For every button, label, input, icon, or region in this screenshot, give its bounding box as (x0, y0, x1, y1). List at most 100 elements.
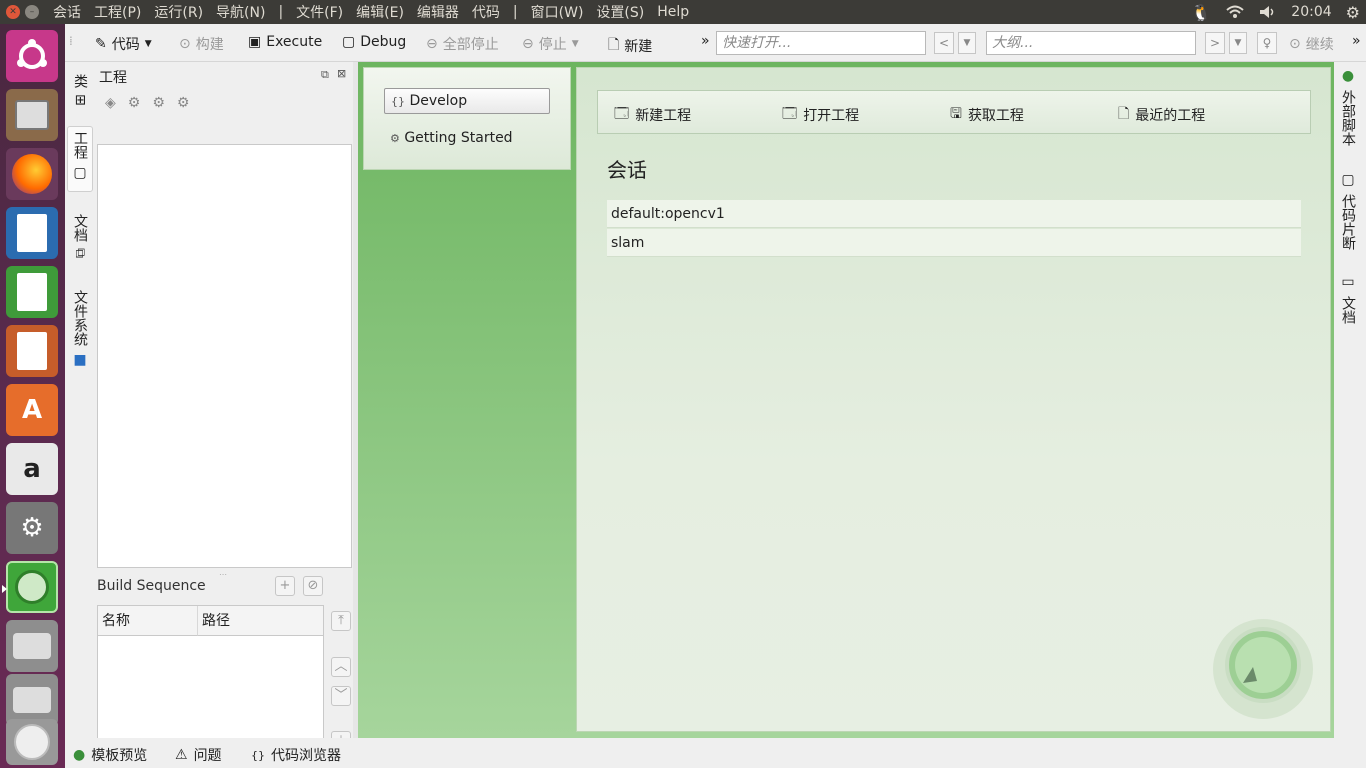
new-project-button[interactable]: 🗔 新建工程 (614, 103, 691, 127)
move-top-icon[interactable]: ⤒ (331, 611, 351, 631)
code-browser-button[interactable]: {} 代码浏览器 (251, 745, 341, 765)
menu-window[interactable]: 窗口(W) (531, 2, 584, 22)
session-item[interactable]: default:opencv1 (607, 200, 1301, 228)
menu-file[interactable]: 文件(F) (296, 2, 343, 22)
gear-icon[interactable]: ⚙ (1346, 3, 1360, 22)
build-icon: ⊙ (179, 36, 191, 52)
problems-icon: ⚠ (175, 747, 188, 763)
add-icon[interactable]: + (275, 576, 295, 596)
menu-run[interactable]: 运行(R) (154, 2, 203, 22)
kdevelop-watermark-icon (1213, 619, 1313, 719)
project-filter-bar: ◈ ⚙ ⚙ ⚙ (105, 95, 189, 111)
calc-icon[interactable] (6, 266, 58, 318)
wifi-icon[interactable] (1225, 5, 1245, 19)
settings-icon[interactable]: ⚙ (128, 95, 141, 111)
column-path[interactable]: 路径 (198, 606, 323, 636)
recent-projects-button[interactable]: 🗋 最近的工程 (1118, 103, 1205, 127)
stop-icon: ⊖ (522, 36, 534, 52)
move-up-icon[interactable]: ︿ (331, 657, 351, 677)
menu-code[interactable]: 代码 (472, 2, 500, 22)
get-project-button[interactable]: 🖫 获取工程 (950, 103, 1024, 127)
filesystem-icon: ■ (72, 352, 88, 368)
close-icon[interactable]: ⊠ (337, 67, 346, 80)
menu-edit[interactable]: 编辑(E) (356, 2, 404, 22)
tab-documents[interactable]: 文档 ⧉ (67, 210, 93, 270)
execute-button[interactable]: ▣ Execute (248, 34, 322, 50)
menu-separator: | (278, 4, 284, 20)
snippet-icon: ▢ (1340, 172, 1356, 188)
volume-icon[interactable] (1259, 5, 1277, 19)
debug-button[interactable]: ▢ Debug (342, 34, 406, 50)
session-item[interactable]: slam (607, 229, 1301, 257)
sync-icon[interactable]: ⚙ (177, 95, 190, 111)
play-circle-icon: ⊙ (1289, 36, 1301, 52)
filter-icon[interactable]: ◈ (105, 95, 116, 111)
tab-external-scripts[interactable]: ● 外部脚本 (1338, 68, 1358, 146)
side-item-develop[interactable]: {} Develop (384, 88, 550, 114)
impress-icon[interactable] (6, 325, 58, 377)
toolbar-overflow-icon[interactable]: » (701, 33, 710, 49)
menu-settings[interactable]: 设置(S) (596, 2, 644, 22)
open-project-button[interactable]: 🗔 打开工程 (782, 103, 859, 127)
back-button[interactable]: < (934, 32, 954, 54)
drive-icon[interactable] (6, 620, 58, 672)
minimize-window-icon[interactable]: – (25, 5, 39, 19)
outline-input[interactable]: 大纲... (986, 31, 1196, 55)
system-settings-icon[interactable]: ⚙ (6, 502, 58, 554)
sync-icon[interactable]: ⚙ (152, 95, 165, 111)
build-button[interactable]: ⊙ 构建 (179, 34, 224, 54)
files-icon[interactable] (6, 89, 58, 141)
continue-button[interactable]: ⊙ 继续 (1289, 34, 1334, 54)
play-icon: ▣ (248, 34, 262, 50)
bottom-bar: ● 模板预览 ⚠ 问题 {} 代码浏览器 (65, 738, 1366, 768)
project-tree[interactable] (97, 144, 352, 568)
tab-projects[interactable]: 工程 ▢ (67, 126, 93, 192)
bulb-icon[interactable]: ♀ (1257, 32, 1277, 54)
template-preview-button[interactable]: ● 模板预览 (73, 745, 147, 765)
problems-button[interactable]: ⚠ 问题 (175, 745, 222, 765)
software-center-icon[interactable]: A (6, 384, 58, 436)
dropdown-arrow-icon: ▼ (571, 39, 579, 49)
amazon-icon[interactable]: a (6, 443, 58, 495)
welcome-main: 🗔 新建工程 🗔 打开工程 🖫 获取工程 🗋 最近的工程 会话 default:open… (576, 67, 1331, 732)
writer-icon[interactable] (6, 207, 58, 259)
quick-open-input[interactable]: 快速打开... (716, 31, 926, 55)
stop-all-button[interactable]: ⊖ 全部停止 (426, 34, 499, 54)
float-icon[interactable]: ⧉ (321, 68, 329, 82)
classes-icon: ⊞ (72, 94, 88, 106)
column-name[interactable]: 名称 (98, 606, 198, 636)
ubuntu-dash-icon[interactable] (6, 30, 58, 82)
dvd-drive-icon[interactable] (6, 719, 58, 765)
history-dropdown-icon[interactable]: ▼ (958, 32, 976, 54)
new-button[interactable]: 🗋 新建 (608, 34, 652, 58)
tab-filesystem[interactable]: 文件系统 ■ (67, 286, 93, 374)
code-button[interactable]: ✎ 代码 ▼ (95, 34, 152, 54)
remove-icon[interactable]: ⊘ (303, 576, 323, 596)
splitter-handle[interactable]: ⋯ (219, 570, 227, 579)
new-document-icon: 🗋 (608, 37, 620, 53)
firefox-icon[interactable] (6, 148, 58, 200)
dropdown-arrow-icon: ▼ (144, 39, 152, 49)
open-project-icon: 🗔 (782, 106, 798, 122)
menu-navigate[interactable]: 导航(N) (216, 2, 265, 22)
pencil-icon: ✎ (95, 36, 107, 52)
tab-classes[interactable]: 类 ⊞ (67, 70, 93, 122)
stop-button[interactable]: ⊖ 停止 ▼ (522, 34, 579, 54)
gear-icon: ⚙ (390, 132, 400, 145)
menu-help[interactable]: Help (657, 4, 689, 20)
menu-project[interactable]: 工程(P) (94, 2, 141, 22)
close-window-icon[interactable]: ✕ (6, 5, 20, 19)
forward-button[interactable]: > (1205, 32, 1225, 54)
menu-session[interactable]: 会话 (53, 2, 81, 22)
tab-docs[interactable]: ▭ 文档 (1338, 274, 1358, 324)
toolbar-overflow-icon[interactable]: » (1352, 33, 1361, 49)
clock[interactable]: 20:04 (1291, 4, 1331, 20)
forward-dropdown-icon[interactable]: ▼ (1229, 32, 1247, 54)
side-item-getting-started[interactable]: ⚙ Getting Started (384, 126, 550, 152)
tab-snippets[interactable]: ▢ 代码片断 (1338, 172, 1358, 250)
tux-icon[interactable]: 🐧 (1191, 3, 1211, 22)
toolbar-grip[interactable]: ⁞ (69, 34, 73, 48)
menu-editor[interactable]: 编辑器 (417, 2, 459, 22)
move-down-icon[interactable]: ﹀ (331, 686, 351, 706)
qt-creator-icon[interactable] (2, 561, 58, 613)
